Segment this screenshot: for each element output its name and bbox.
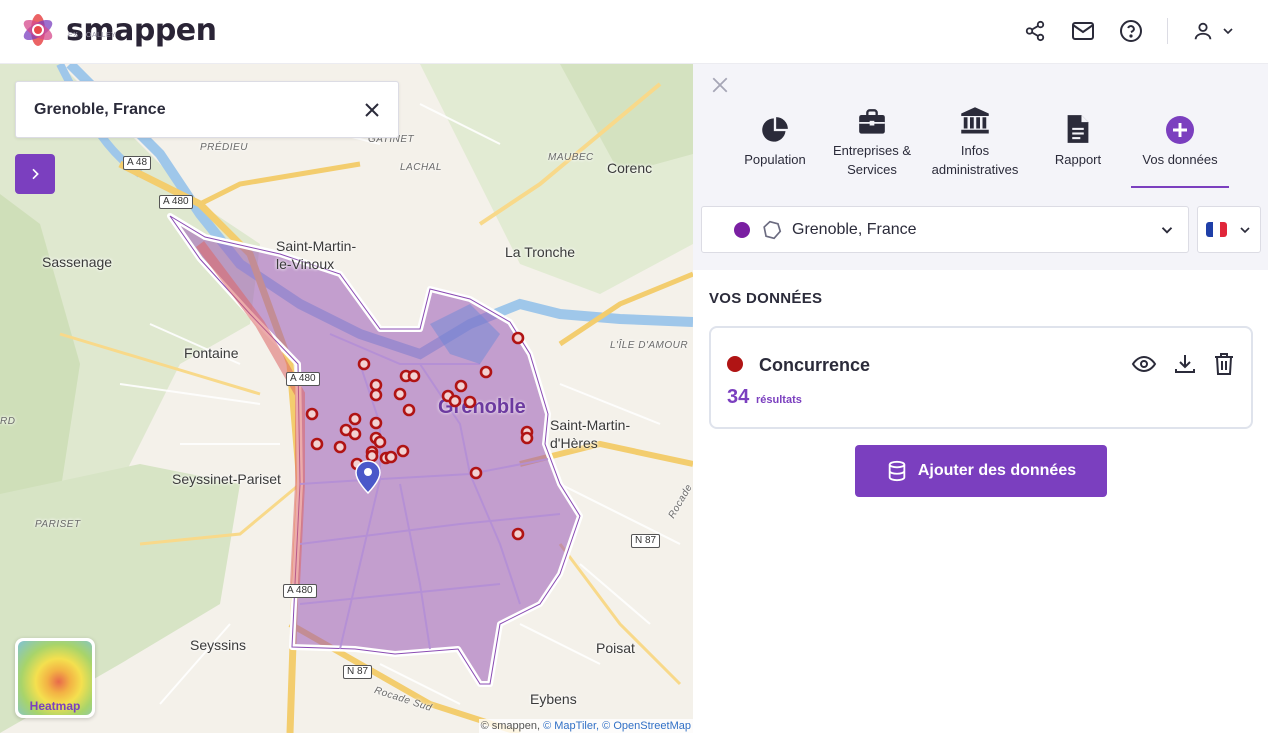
openstreetmap-link[interactable]: © OpenStreetMap (602, 720, 691, 732)
bank-icon (961, 107, 989, 134)
area-color-dot (734, 221, 750, 238)
locality-label: PRÉDIEU (200, 142, 248, 153)
download-icon[interactable] (1173, 352, 1197, 376)
side-panel: Population Entreprises & Services Infos … (693, 64, 1268, 733)
search-value: Grenoble, France (34, 100, 166, 118)
panel-header: Population Entreprises & Services Infos … (693, 64, 1268, 270)
road-tag: A 480 (283, 584, 317, 598)
area-selector-label: Grenoble, France (792, 220, 917, 238)
share-icon (1025, 20, 1045, 42)
place-label: Seyssins (190, 637, 247, 653)
database-icon (888, 460, 906, 482)
logo-flower-icon (23, 14, 53, 46)
road-tag: N 87 (631, 534, 661, 548)
tab-label: Entreprises & Services (832, 143, 912, 177)
close-icon[interactable] (364, 102, 380, 118)
place-label: Eybens (530, 691, 577, 707)
chevron-down-icon (1223, 28, 1233, 35)
road-tag: N 87 (343, 665, 373, 679)
tab-label: Rapport (1054, 152, 1102, 167)
tab-entreprises-services[interactable]: Entreprises & Services (819, 108, 925, 188)
tab-rapport[interactable]: Rapport (1025, 108, 1131, 188)
user-icon (1194, 22, 1212, 40)
heatmap-label: Heatmap (29, 699, 81, 713)
help-icon (1120, 20, 1142, 42)
chevron-down-icon (1161, 226, 1173, 234)
map-view[interactable]: Sassenage Saint-Martin-le-Vinoux La Tron… (0, 64, 693, 733)
tab-label: Population (744, 152, 806, 167)
smappen-logo[interactable]: smappen (18, 10, 217, 50)
section-title: VOS DONNÉES (709, 290, 823, 307)
expand-sidebar-button[interactable] (15, 154, 55, 194)
tab-population[interactable]: Population (731, 108, 819, 188)
location-pin-icon[interactable] (355, 460, 381, 494)
place-label: Corenc (607, 160, 653, 176)
place-label: Poisat (596, 640, 635, 656)
user-menu-button[interactable] (1192, 20, 1236, 42)
tab-infos-administratives[interactable]: Infos administratives (925, 107, 1025, 188)
document-icon (1067, 115, 1089, 143)
mail-icon (1072, 22, 1094, 40)
logo-text: smappen (66, 12, 217, 48)
add-data-label: Ajouter des données (917, 462, 1077, 479)
road-tag: A 480 (159, 195, 193, 209)
close-panel-icon[interactable] (711, 76, 729, 94)
dataset-card[interactable]: Concurrence 34 résultats (709, 326, 1253, 429)
locality-label: RD (0, 416, 16, 427)
briefcase-icon (859, 109, 885, 134)
locality-label: LACHAL (400, 162, 442, 173)
share-button[interactable] (1023, 19, 1047, 43)
chevron-down-icon (1239, 226, 1250, 233)
locality-label: PARISET (35, 519, 81, 530)
map-attribution: © smappen, © MapTiler, © OpenStreetMap (478, 719, 693, 733)
trash-icon[interactable] (1213, 352, 1235, 376)
dataset-count: 34 (727, 386, 750, 408)
header-divider (1167, 18, 1168, 44)
dataset-count-label: résultats (756, 394, 802, 406)
eye-icon[interactable] (1131, 352, 1157, 376)
place-label: Sassenage (42, 254, 113, 270)
place-label: Seyssinet-Pariset (172, 471, 281, 487)
tab-label: Vos données (1142, 152, 1218, 167)
road-tag: A 480 (286, 372, 320, 386)
tab-label: Infos administratives (931, 143, 1019, 177)
plus-circle-icon (1166, 116, 1194, 144)
heatmap-toggle-button[interactable]: Heatmap (15, 638, 95, 718)
tab-vos-donnees[interactable]: Vos données (1131, 108, 1229, 188)
dataset-name: Concurrence (759, 355, 871, 375)
place-label: Fontaine (184, 345, 239, 361)
attribution-text: © smappen, (480, 720, 541, 732)
dataset-color-dot (727, 356, 743, 372)
maptiler-link[interactable]: © MapTiler, (543, 720, 599, 732)
mail-button[interactable] (1071, 19, 1095, 43)
place-label: Saint-Martin-le-Vinoux (276, 238, 357, 272)
area-selector[interactable]: Grenoble, France (701, 206, 1189, 253)
city-label: Grenoble (438, 396, 526, 418)
heatmap-thumbnail: Heatmap (18, 641, 92, 715)
place-label: Saint-Martin-d'Hères (550, 417, 631, 451)
top-bar: smappen EX · OALLEY (0, 0, 1268, 64)
logo-subtext: EX · OALLEY (68, 32, 117, 39)
polygon-icon (763, 220, 782, 239)
place-label: La Tronche (505, 244, 576, 260)
locality-label: MAUBEC (548, 152, 594, 163)
road-tag: A 48 (123, 156, 152, 170)
add-data-button[interactable]: Ajouter des données (855, 445, 1107, 497)
france-flag-icon (1205, 222, 1227, 237)
map-canvas[interactable] (0, 64, 693, 733)
pie-chart-icon (762, 117, 788, 142)
locality-label: L'ÎLE D'AMOUR (610, 340, 689, 351)
panel-tabs: Population Entreprises & Services Infos … (731, 107, 1229, 188)
map-search-box[interactable]: Grenoble, France (15, 81, 399, 138)
help-button[interactable] (1119, 19, 1143, 43)
country-selector[interactable] (1197, 206, 1261, 253)
chevron-right-icon (32, 168, 39, 180)
